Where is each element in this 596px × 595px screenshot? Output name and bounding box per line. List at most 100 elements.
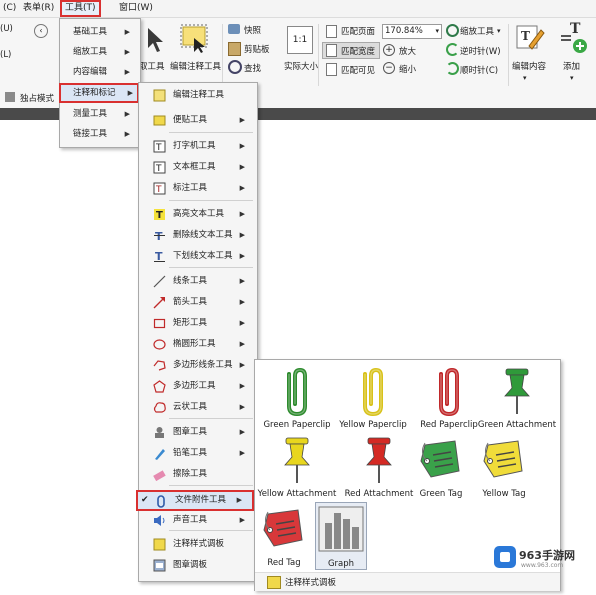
- zoom-combo[interactable]: 170.84% ▾: [382, 24, 442, 39]
- annot-menu-item-polygon[interactable]: 多边形工具 ▶: [139, 377, 255, 395]
- rotate-ccw-button[interactable]: 逆时针(W): [460, 45, 501, 57]
- annot-menu-item-highlight-text[interactable]: T 高亮文本工具 ▶: [139, 205, 255, 223]
- menu-item-label: 标注工具: [173, 183, 208, 193]
- zoom-in-button[interactable]: 放大: [399, 45, 416, 57]
- find-button[interactable]: 查找: [244, 62, 261, 74]
- edit-content-button[interactable]: 编辑内容: [512, 60, 546, 72]
- submenu-arrow-icon: ▶: [124, 110, 130, 118]
- tools-menu-item-annotations[interactable]: 注释和标记 ▶: [59, 83, 139, 103]
- attachment-option-yellow-tag[interactable]: Yellow Tag: [469, 433, 539, 499]
- annot-menu-item-callout[interactable]: T 标注工具 ▶: [139, 179, 255, 197]
- watermark-logo-icon: [494, 546, 516, 568]
- snapshot-button[interactable]: 快照: [244, 24, 261, 36]
- annot-menu-item-rectangle[interactable]: 矩形工具 ▶: [139, 314, 255, 332]
- annot-menu-item-annotation-style-palette[interactable]: 注释样式调板: [139, 535, 255, 553]
- annot-menu-item-pencil[interactable]: 铅笔工具 ▶: [139, 444, 255, 462]
- menu-item-label: 图章工具: [173, 427, 208, 437]
- attachment-option-label: Green Attachment: [477, 420, 557, 430]
- annotation-style-palette-footer[interactable]: 注释样式调板: [255, 572, 560, 591]
- attachment-option-label: Green Paperclip: [263, 420, 331, 430]
- menu-c[interactable]: (C): [0, 2, 19, 15]
- fit-page-button[interactable]: 匹配页面: [341, 25, 375, 37]
- actual-size-button[interactable]: 实际大小: [284, 60, 318, 72]
- palette-label: 注释样式调板: [285, 578, 337, 588]
- menu-item-label: 编辑注释工具: [173, 90, 225, 100]
- annot-menu-item-stamp[interactable]: 图章工具 ▶: [139, 423, 255, 441]
- red-paperclip-icon: [439, 367, 459, 416]
- zoom-tool-button[interactable]: 缩放工具: [460, 25, 494, 37]
- edit-content-icon[interactable]: T: [515, 22, 545, 52]
- add-icon[interactable]: T: [560, 20, 590, 54]
- menu-window[interactable]: 窗口(W): [116, 2, 156, 15]
- menu-item-label: 高亮文本工具: [173, 209, 225, 219]
- attachment-option-green-paperclip[interactable]: Green Paperclip: [259, 364, 335, 430]
- menu-item-label: 便贴工具: [173, 115, 208, 125]
- annot-menu-item-cloud[interactable]: 云状工具 ▶: [139, 398, 255, 416]
- add-button[interactable]: 添加: [563, 60, 580, 72]
- hand-tool-button[interactable]: 取工具: [139, 60, 165, 72]
- annot-menu-item-text-box[interactable]: T 文本框工具 ▶: [139, 158, 255, 176]
- attachment-option-yellow-paperclip[interactable]: Yellow Paperclip: [335, 364, 411, 430]
- underline-text-icon: T: [154, 250, 165, 263]
- tools-menu-item-content-edit[interactable]: 内容编辑 ▶: [60, 63, 140, 81]
- menu-bar: (C) 表单(R) 工具(T) 窗口(W): [0, 0, 596, 18]
- attachment-option-graph[interactable]: Graph: [315, 502, 367, 570]
- submenu-arrow-icon: ▶: [239, 361, 245, 369]
- annot-menu-item-polyline[interactable]: 多边形线条工具 ▶: [139, 356, 255, 374]
- submenu-arrow-icon: ▶: [239, 163, 245, 171]
- menu-item-label: 矩形工具: [173, 318, 208, 328]
- add-chevron-icon[interactable]: ▾: [570, 74, 574, 82]
- fit-width-button[interactable]: 匹配宽度: [341, 45, 375, 57]
- fit-width-icon: [326, 44, 337, 57]
- attachment-option-red-tag[interactable]: Red Tag: [259, 502, 309, 568]
- actual-size-icon[interactable]: 1:1: [287, 26, 313, 54]
- ribbon-left-item-u[interactable]: (U): [0, 24, 13, 34]
- clipboard-button[interactable]: 剪贴板: [244, 43, 270, 55]
- zoom-out-button[interactable]: 缩小: [399, 63, 416, 75]
- svg-text:T: T: [521, 29, 530, 43]
- zoom-value: 170.84%: [385, 26, 423, 36]
- attachment-option-green-attachment[interactable]: Green Attachment: [477, 364, 557, 430]
- rotate-cw-button[interactable]: 顺时针(C): [460, 64, 498, 76]
- edit-content-chevron-icon[interactable]: ▾: [523, 74, 527, 82]
- menu-tools[interactable]: 工具(T): [60, 0, 101, 17]
- annot-menu-item-sticky-note[interactable]: 便贴工具 ▶: [139, 111, 255, 129]
- annot-menu-item-underline-text[interactable]: T 下划线文本工具 ▶: [139, 247, 255, 265]
- annot-menu-item-edit-annotation[interactable]: 编辑注释工具: [139, 86, 255, 104]
- back-icon[interactable]: ‹: [34, 24, 48, 38]
- annot-menu-item-typewriter[interactable]: T 打字机工具 ▶: [139, 137, 255, 155]
- annot-menu-item-sound[interactable]: 声音工具 ▶: [139, 511, 255, 529]
- select-arrow-icon[interactable]: [144, 26, 166, 54]
- annot-menu-item-arrow[interactable]: 箭头工具 ▶: [139, 293, 255, 311]
- attachment-option-yellow-attachment[interactable]: Yellow Attachment: [258, 433, 336, 499]
- edit-annotation-tool-button[interactable]: 编辑注释工具: [170, 60, 221, 72]
- exclusive-mode-button[interactable]: 独占模式: [20, 92, 54, 104]
- zoom-tool-chevron-icon[interactable]: ▾: [497, 27, 501, 35]
- annot-menu-item-line[interactable]: 线条工具 ▶: [139, 272, 255, 290]
- annot-menu-item-strikeout-text[interactable]: T 删除线文本工具 ▶: [139, 226, 255, 244]
- attachment-option-green-tag[interactable]: Green Tag: [411, 433, 471, 499]
- zoom-in-icon[interactable]: +: [383, 44, 395, 56]
- annot-menu-item-stamp-palette[interactable]: 图章调板: [139, 556, 255, 574]
- annot-menu-item-file-attachment[interactable]: ✔ 文件附件工具 ▶: [136, 490, 254, 511]
- palette-icon: [267, 576, 281, 589]
- tools-menu-item-basic[interactable]: 基础工具 ▶: [60, 23, 140, 41]
- chevron-down-icon[interactable]: ▾: [435, 25, 439, 38]
- zoom-out-icon[interactable]: −: [383, 62, 395, 74]
- annot-menu-item-eraser[interactable]: 擦除工具: [139, 465, 255, 483]
- edit-annotation-icon[interactable]: [180, 24, 210, 54]
- tools-menu-item-link[interactable]: 链接工具 ▶: [60, 125, 140, 143]
- watermark-url: www.963.com: [521, 562, 564, 569]
- menu-form[interactable]: 表单(R): [20, 2, 57, 15]
- fit-visible-button[interactable]: 匹配可见: [341, 64, 375, 76]
- polyline-icon: [153, 360, 166, 371]
- annot-menu-item-ellipse[interactable]: 椭圆形工具 ▶: [139, 335, 255, 353]
- attachment-option-label: Yellow Tag: [482, 489, 526, 499]
- tools-menu-item-measure[interactable]: 测量工具 ▶: [60, 105, 140, 123]
- menu-item-label: 打字机工具: [173, 141, 216, 151]
- ribbon-left-item-l[interactable]: (L): [0, 50, 11, 60]
- tools-menu-item-zoom[interactable]: 缩放工具 ▶: [60, 43, 140, 61]
- cloud-icon: [153, 402, 166, 413]
- red-attachment-icon: [366, 437, 392, 483]
- checkmark-icon: ✔: [141, 495, 149, 505]
